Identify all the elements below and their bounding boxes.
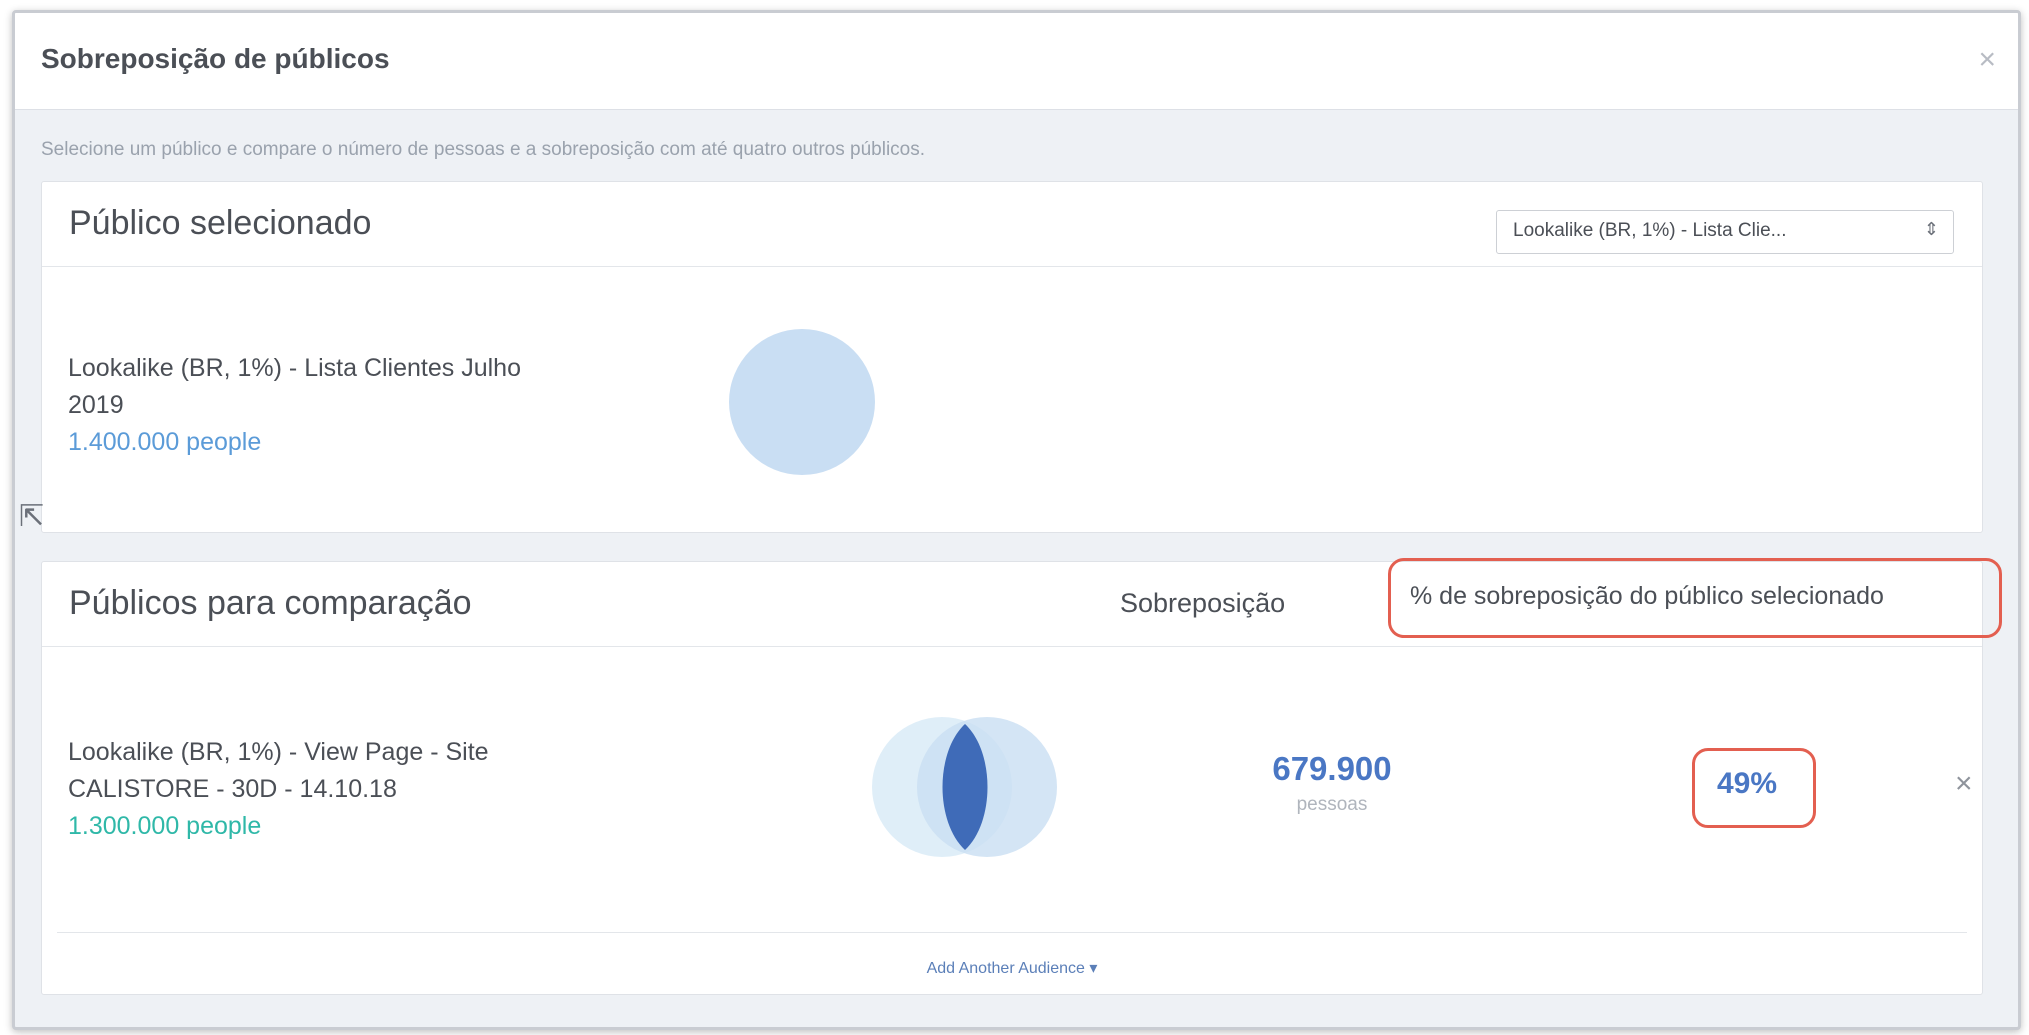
overlap-venn-diagram (872, 717, 1057, 857)
comparison-audience-name-line2: CALISTORE - 30D - 14.10.18 (68, 775, 397, 803)
selected-audience-name-line1: Lookalike (BR, 1%) - Lista Clientes Julh… (68, 354, 521, 382)
comparison-header: Públicos para comparação Sobreposição % … (42, 558, 2002, 647)
overlap-column-header: Sobreposição (1120, 588, 1286, 618)
selected-audience-card: Público selecionado Lookalike (BR, 1%) -… (41, 181, 1983, 533)
close-icon[interactable]: × (1978, 43, 1996, 77)
selected-audience-info: Lookalike (BR, 1%) - Lista Clientes Julh… (68, 350, 521, 461)
selected-audience-header: Público selecionado Lookalike (BR, 1%) -… (42, 182, 1982, 267)
selected-audience-title: Público selecionado (69, 204, 372, 242)
select-arrows-icon: ⇕ (1923, 219, 1939, 239)
overlap-unit: pessoas (1296, 794, 1368, 815)
selected-audience-name-line2: 2019 (68, 391, 124, 419)
comparison-audience-info: Lookalike (BR, 1%) - View Page - Site CA… (68, 734, 489, 845)
audience-overlap-dialog: Sobreposição de públicos × Selecione um … (12, 10, 2021, 1030)
selected-audience-circle (729, 329, 875, 475)
remove-audience-icon[interactable]: × (1955, 767, 1973, 801)
comparison-audience-name-line1: Lookalike (BR, 1%) - View Page - Site (68, 738, 489, 766)
mouse-pointer-icon: ⇱ (19, 500, 45, 533)
comparison-title: Públicos para comparação (69, 584, 472, 622)
percent-column-header: % de sobreposição do público selecionado (1410, 582, 1884, 610)
dialog-titlebar: Sobreposição de públicos × (15, 13, 2018, 110)
audience-select[interactable]: Lookalike (BR, 1%) - Lista Clie... ⇕ (1496, 210, 1954, 254)
overlap-value: 679.900 (1272, 750, 1392, 787)
comparison-audience-count: 1.300.000 people (68, 812, 262, 840)
overlap-percent: 49% (1717, 767, 1778, 800)
selected-audience-circle-shape (729, 329, 875, 475)
audience-select-value: Lookalike (BR, 1%) - Lista Clie... (1513, 220, 1787, 241)
comparison-card: Públicos para comparação Sobreposição % … (41, 558, 2002, 995)
dialog-subtitle: Selecione um público e compare o número … (41, 139, 926, 160)
dialog-title: Sobreposição de públicos (41, 43, 390, 74)
add-another-audience-link[interactable]: Add Another Audience ▾ (42, 958, 1982, 978)
row-divider (57, 932, 1967, 933)
selected-audience-count: 1.400.000 people (68, 428, 262, 456)
